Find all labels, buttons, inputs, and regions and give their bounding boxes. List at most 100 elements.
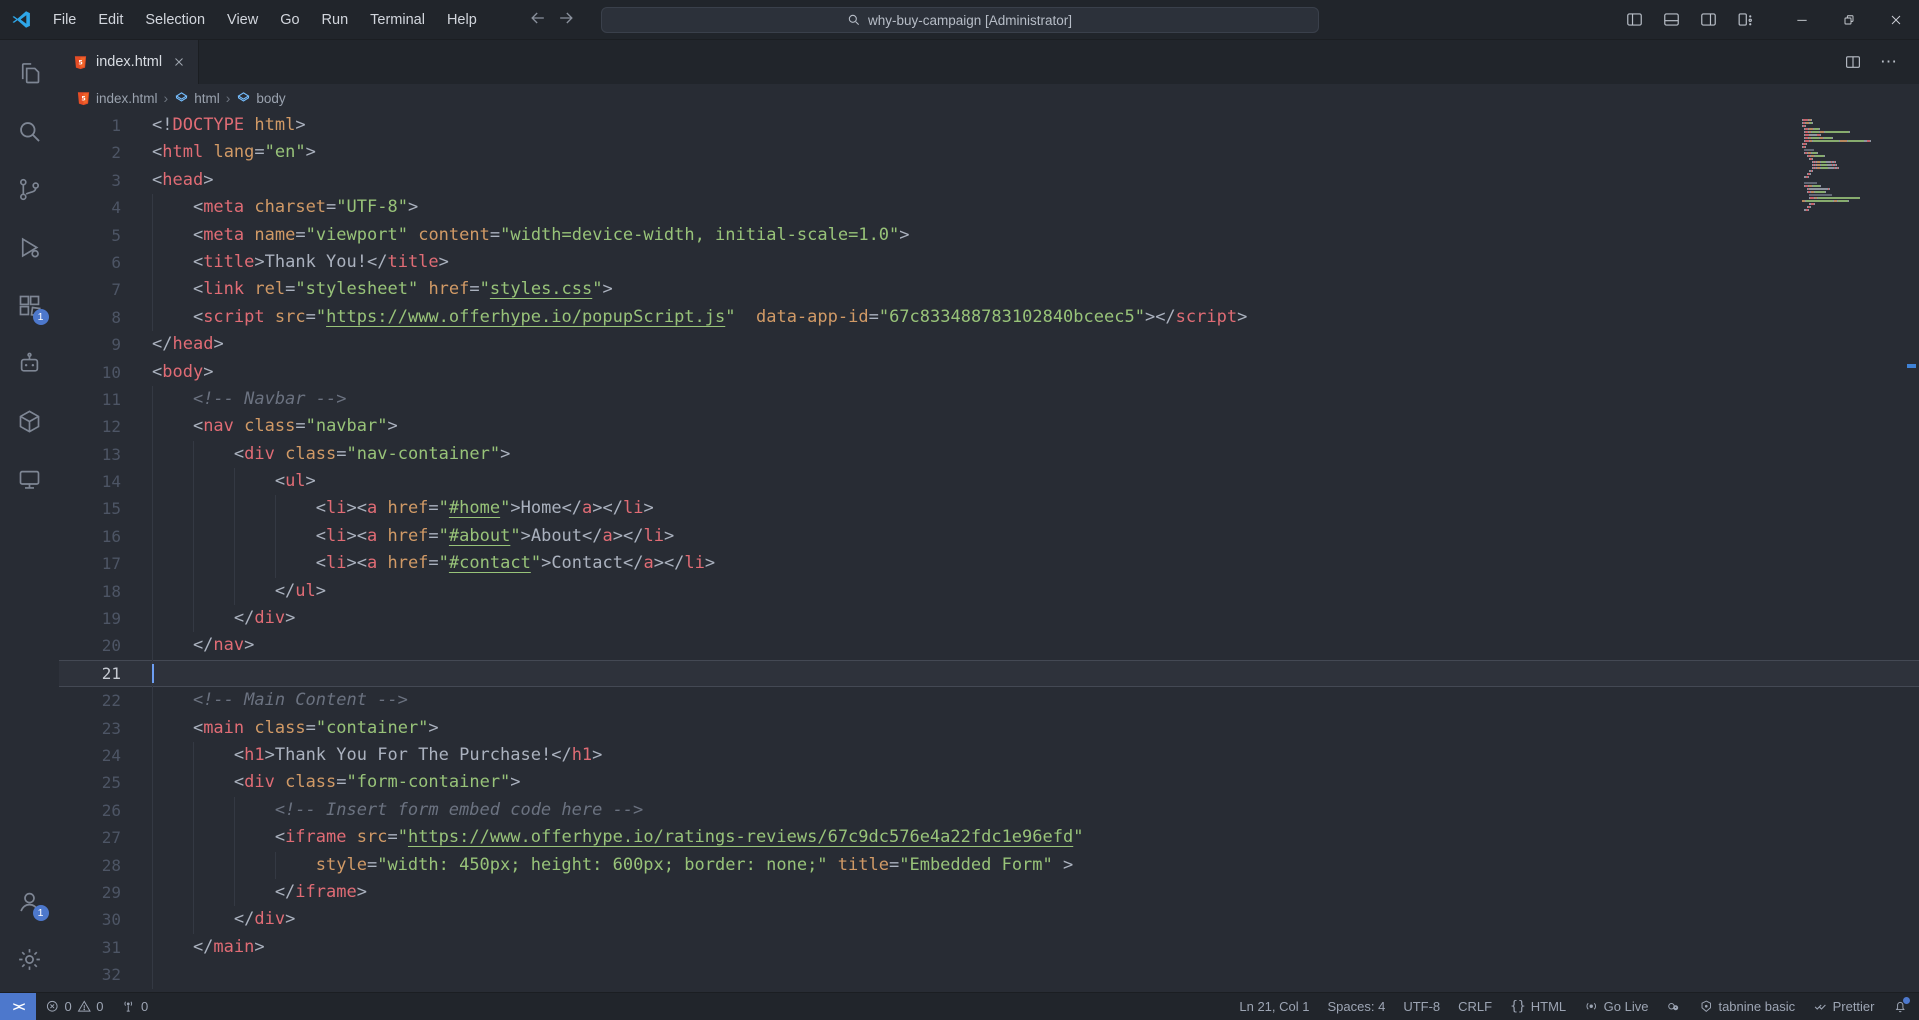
tabnine-icon[interactable] — [6, 334, 54, 392]
back-icon[interactable] — [528, 8, 548, 33]
menu-help[interactable]: Help — [436, 0, 488, 40]
code-line-28[interactable]: 28 style="width: 450px; height: 600px; b… — [59, 852, 1919, 879]
line-number: 20 — [59, 632, 121, 659]
code-line-6[interactable]: 6 <title>Thank You!</title> — [59, 249, 1919, 276]
menu-run[interactable]: Run — [311, 0, 360, 40]
restore-icon[interactable] — [1825, 0, 1872, 39]
tabnine-status[interactable]: tabnine basic — [1690, 993, 1804, 1020]
problems-indicator[interactable]: 0 0 — [36, 993, 112, 1020]
prettier-status[interactable]: Prettier — [1804, 993, 1883, 1020]
explorer-icon[interactable] — [6, 44, 54, 102]
settings-gear-icon[interactable] — [6, 930, 54, 988]
tab-close-icon[interactable] — [170, 53, 188, 71]
line-number: 29 — [59, 879, 121, 906]
menu-view[interactable]: View — [216, 0, 269, 40]
package-icon[interactable] — [6, 392, 54, 450]
line-number: 2 — [59, 139, 121, 166]
code-line-4[interactable]: 4 <meta charset="UTF-8"> — [59, 194, 1919, 221]
code-line-9[interactable]: 9</head> — [59, 331, 1919, 358]
more-actions-icon[interactable]: ⋯ — [1872, 52, 1905, 72]
code-line-20[interactable]: 20 </nav> — [59, 632, 1919, 659]
menu-selection[interactable]: Selection — [134, 0, 216, 40]
go-live[interactable]: Go Live — [1575, 993, 1657, 1020]
code-line-12[interactable]: 12 <nav class="navbar"> — [59, 413, 1919, 440]
code-line-7[interactable]: 7 <link rel="stylesheet" href="styles.cs… — [59, 276, 1919, 303]
symbol-tag-icon — [174, 91, 189, 106]
breadcrumb-file[interactable]: 5 index.html — [76, 91, 158, 106]
minimize-icon[interactable] — [1778, 0, 1825, 39]
code-line-1[interactable]: 1<!DOCTYPE html> — [59, 112, 1919, 139]
code-line-18[interactable]: 18 </ul> — [59, 578, 1919, 605]
cursor-position[interactable]: Ln 21, Col 1 — [1230, 993, 1318, 1020]
code-line-26[interactable]: 26 <!-- Insert form embed code here --> — [59, 797, 1919, 824]
remote-indicator[interactable]: >< — [0, 993, 36, 1020]
extensions-icon[interactable]: 1 — [6, 276, 54, 334]
indent-guide — [193, 879, 194, 906]
code-line-30[interactable]: 30 </div> — [59, 906, 1919, 933]
toggle-secondary-sidebar-icon[interactable] — [1690, 10, 1727, 29]
menu-file[interactable]: File — [42, 0, 87, 40]
toggle-panel-icon[interactable] — [1653, 10, 1690, 29]
code-line-2[interactable]: 2<html lang="en"> — [59, 139, 1919, 166]
ports-indicator[interactable]: 0 — [112, 993, 157, 1020]
customize-layout-icon[interactable] — [1727, 10, 1764, 29]
tab-bar: 5 index.html ⋯ — [59, 40, 1919, 84]
code-line-8[interactable]: 8 <script src="https://www.offerhype.io/… — [59, 304, 1919, 331]
language-mode[interactable]: {} HTML — [1501, 993, 1575, 1020]
run-debug-icon[interactable] — [6, 218, 54, 276]
indent-guide — [152, 852, 153, 879]
indentation[interactable]: Spaces: 4 — [1318, 993, 1394, 1020]
notifications-bell[interactable] — [1884, 993, 1919, 1020]
code-line-22[interactable]: 22 <!-- Main Content --> — [59, 687, 1919, 714]
indent-guide — [152, 550, 153, 577]
indent-guide — [193, 550, 194, 577]
code-line-17[interactable]: 17 <li><a href="#contact">Contact</a></l… — [59, 550, 1919, 577]
code-line-14[interactable]: 14 <ul> — [59, 468, 1919, 495]
search-view-icon[interactable] — [6, 102, 54, 160]
code-line-27[interactable]: 27 <iframe src="https://www.offerhype.io… — [59, 824, 1919, 851]
indent-guide — [234, 495, 235, 522]
search-icon — [847, 13, 861, 27]
code-line-13[interactable]: 13 <div class="nav-container"> — [59, 441, 1919, 468]
code-line-21[interactable]: 21 — [59, 660, 1919, 687]
code-line-25[interactable]: 25 <div class="form-container"> — [59, 769, 1919, 796]
remote-explorer-icon[interactable] — [6, 450, 54, 508]
code-line-29[interactable]: 29 </iframe> — [59, 879, 1919, 906]
menu-edit[interactable]: Edit — [87, 0, 134, 40]
encoding[interactable]: UTF-8 — [1394, 993, 1449, 1020]
code-line-31[interactable]: 31 </main> — [59, 934, 1919, 961]
code-line-23[interactable]: 23 <main class="container"> — [59, 715, 1919, 742]
minimap-line — [1802, 122, 1902, 124]
code-line-32[interactable]: 32 — [59, 961, 1919, 988]
menu-terminal[interactable]: Terminal — [359, 0, 436, 40]
minimap[interactable] — [1802, 119, 1902, 214]
menu-go[interactable]: Go — [269, 0, 310, 40]
close-icon[interactable] — [1872, 0, 1919, 39]
code-line-5[interactable]: 5 <meta name="viewport" content="width=d… — [59, 222, 1919, 249]
breadcrumb-element-html[interactable]: html — [174, 91, 220, 106]
indent-guide — [152, 742, 153, 769]
breadcrumb-chevron-icon: › — [164, 90, 169, 106]
code-editor[interactable]: 1<!DOCTYPE html>2<html lang="en">3<head>… — [59, 112, 1919, 992]
accounts-icon[interactable]: 1 — [6, 872, 54, 930]
error-icon — [45, 999, 60, 1014]
source-control-icon[interactable] — [6, 160, 54, 218]
code-line-10[interactable]: 10<body> — [59, 359, 1919, 386]
forward-icon[interactable] — [556, 8, 576, 33]
code-line-3[interactable]: 3<head> — [59, 167, 1919, 194]
eol-sequence[interactable]: CRLF — [1449, 993, 1501, 1020]
code-line-24[interactable]: 24 <h1>Thank You For The Purchase!</h1> — [59, 742, 1919, 769]
tab-index-html[interactable]: 5 index.html — [59, 40, 199, 84]
minimap-line — [1802, 119, 1902, 121]
command-center[interactable]: why-buy-campaign [Administrator] — [601, 7, 1319, 33]
code-line-19[interactable]: 19 </div> — [59, 605, 1919, 632]
code-line-16[interactable]: 16 <li><a href="#about">About</a></li> — [59, 523, 1919, 550]
split-editor-icon[interactable] — [1836, 53, 1870, 71]
breadcrumb-element-body[interactable]: body — [236, 91, 285, 106]
indent-guide — [152, 934, 153, 961]
svg-text:5: 5 — [78, 59, 82, 66]
code-line-15[interactable]: 15 <li><a href="#home">Home</a></li> — [59, 495, 1919, 522]
extension-status-icon[interactable] — [1657, 993, 1690, 1020]
code-line-11[interactable]: 11 <!-- Navbar --> — [59, 386, 1919, 413]
toggle-sidebar-icon[interactable] — [1616, 10, 1653, 29]
